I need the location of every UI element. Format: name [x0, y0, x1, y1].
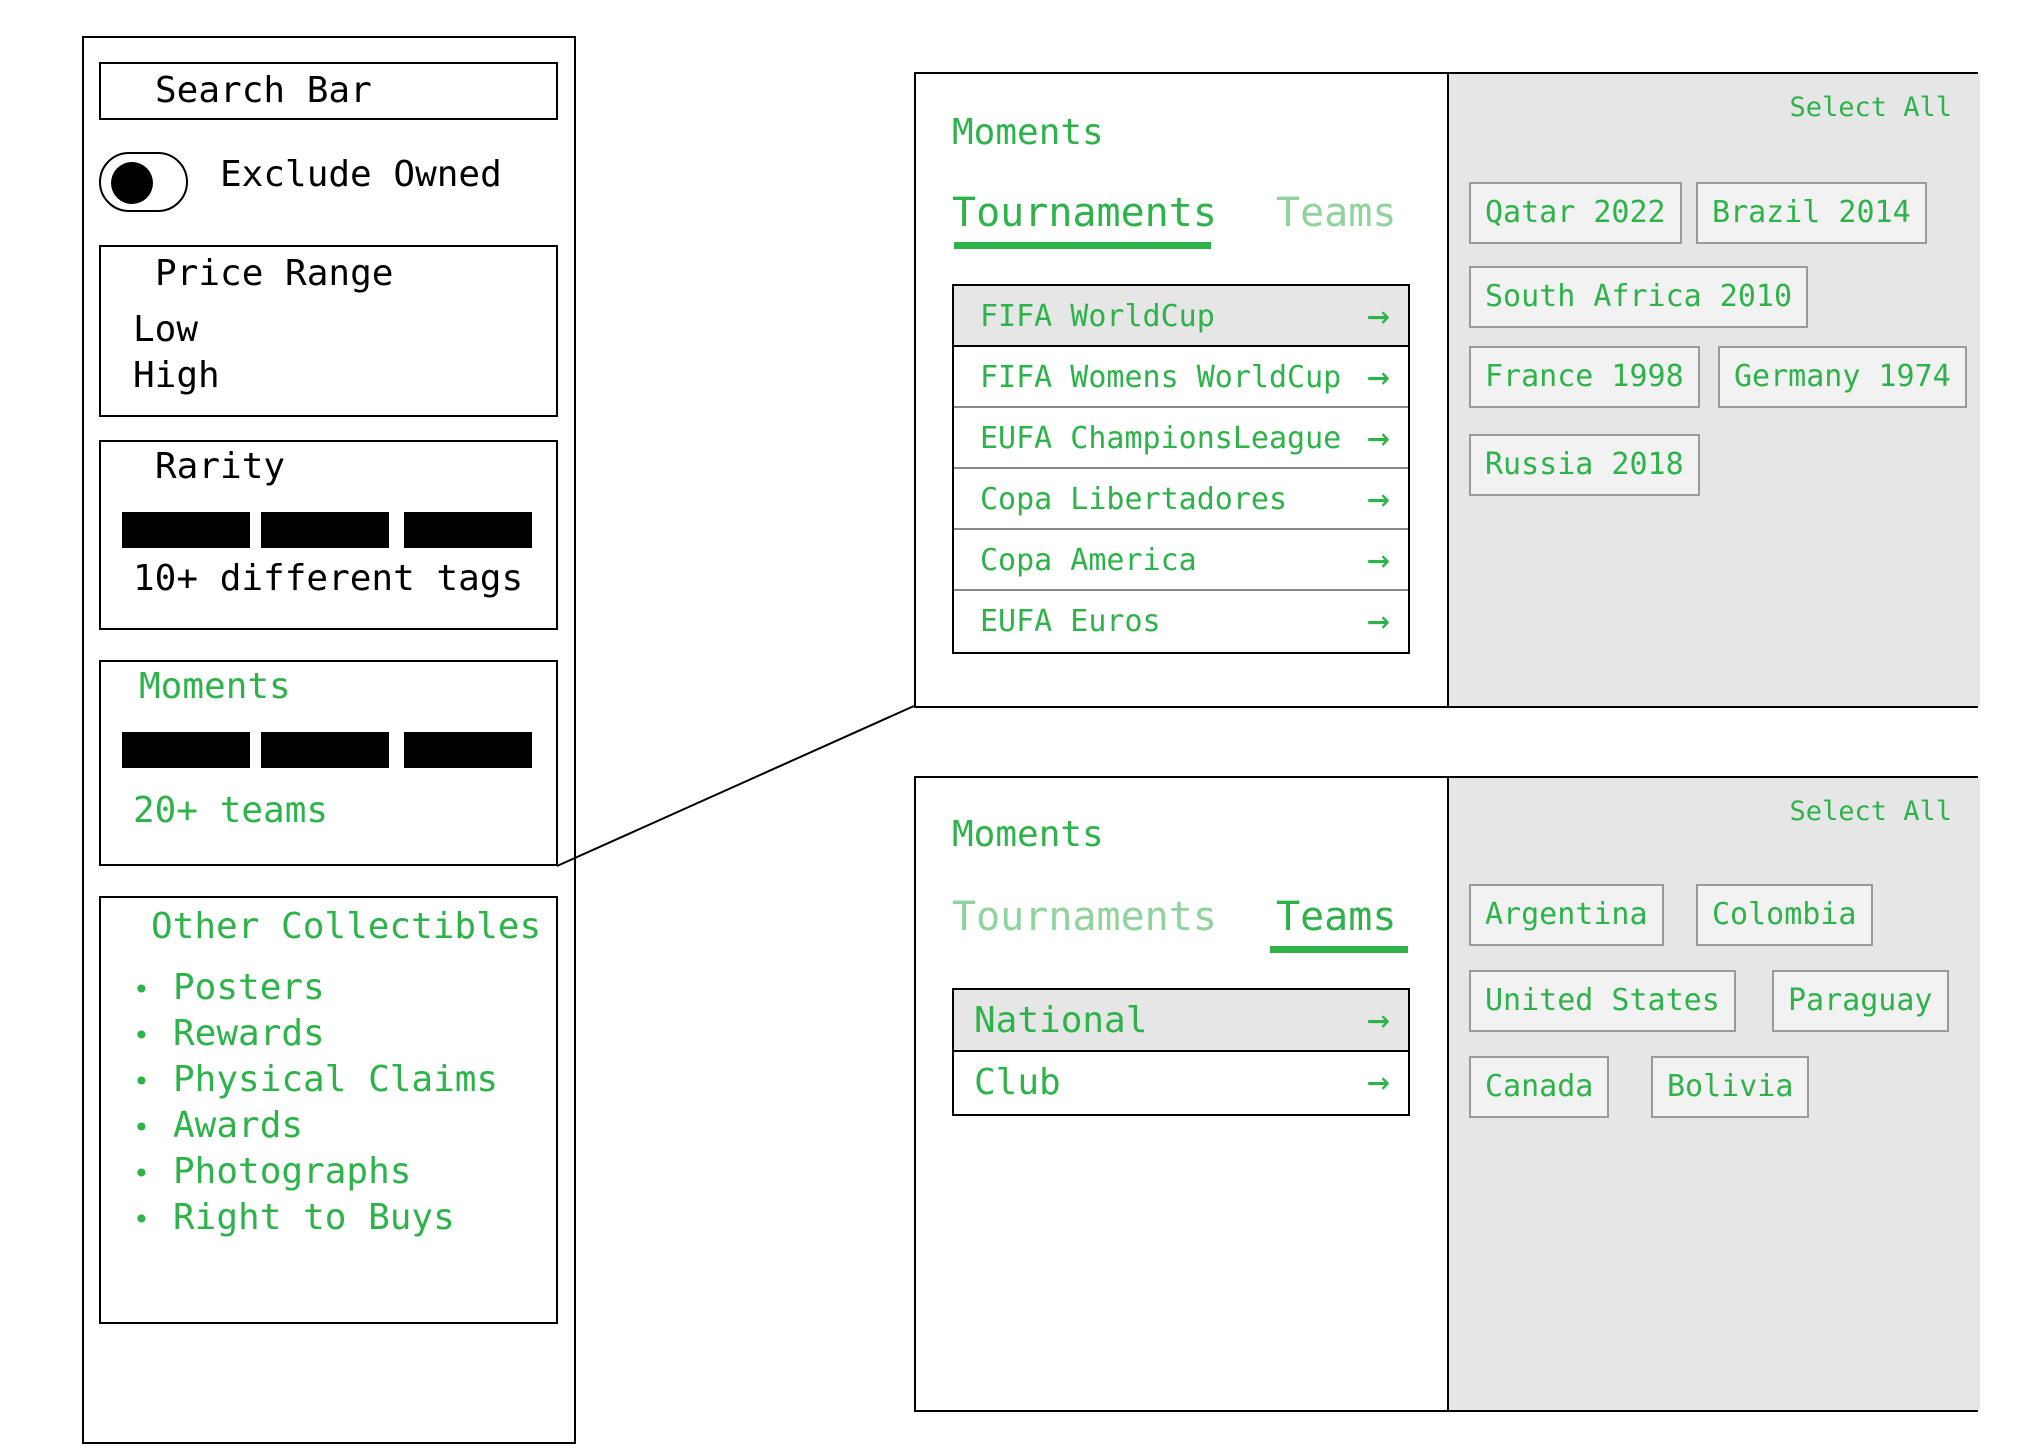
other-collectibles-filter: Other Collectibles Posters Rewards Physi…	[99, 896, 558, 1324]
moments-tag-3[interactable]	[404, 732, 532, 768]
right-arrow-icon: →	[1367, 598, 1390, 642]
rarity-filter: Rarity 10+ different tags	[99, 440, 558, 630]
price-high-option[interactable]: High	[133, 355, 220, 396]
collectible-item[interactable]: Photographs	[133, 1150, 498, 1196]
collectible-item[interactable]: Awards	[133, 1104, 498, 1150]
list-item-label: FIFA Womens WorldCup	[980, 360, 1342, 395]
active-tab-indicator	[1270, 946, 1408, 953]
right-arrow-icon: →	[1367, 293, 1390, 337]
tab-teams[interactable]: Teams	[1276, 894, 1396, 940]
rarity-caption: 10+ different tags	[133, 558, 524, 599]
other-collectibles-title: Other Collectibles	[151, 906, 542, 947]
moments-tag-1[interactable]	[122, 732, 250, 768]
tag-chip[interactable]: Bolivia	[1651, 1056, 1810, 1118]
tournament-list: FIFA WorldCup → FIFA Womens WorldCup → EUF…	[952, 284, 1410, 654]
other-collectibles-list: Posters Rewards Physical Claims Awards P…	[133, 966, 498, 1242]
list-item[interactable]: Club →	[954, 1052, 1408, 1114]
right-arrow-icon: →	[1367, 476, 1390, 520]
list-item-label: Copa Libertadores	[980, 482, 1288, 517]
exclude-owned-label: Exclude Owned	[220, 154, 502, 195]
right-arrow-icon: →	[1367, 997, 1390, 1041]
tag-chip[interactable]: Russia 2018	[1469, 434, 1700, 496]
list-item[interactable]: Copa America →	[954, 530, 1408, 591]
collectible-item[interactable]: Right to Buys	[133, 1196, 498, 1242]
rarity-tag-2[interactable]	[261, 512, 389, 548]
tag-chip[interactable]: Argentina	[1469, 884, 1664, 946]
tag-chip[interactable]: Germany 1974	[1718, 346, 1967, 408]
search-bar[interactable]: Search Bar	[99, 62, 558, 120]
list-item[interactable]: National →	[954, 990, 1408, 1052]
list-item-label: EUFA Euros	[980, 604, 1161, 639]
exclude-owned-toggle[interactable]	[99, 152, 188, 212]
collectible-item[interactable]: Rewards	[133, 1012, 498, 1058]
search-bar-label: Search Bar	[155, 70, 372, 111]
active-tab-indicator	[954, 242, 1211, 249]
list-item[interactable]: Copa Libertadores →	[954, 469, 1408, 530]
moments-tag-2[interactable]	[261, 732, 389, 768]
right-arrow-icon: →	[1367, 537, 1390, 581]
list-item-label: National	[974, 1000, 1148, 1041]
selection-pane: Select All Qatar 2022 Brazil 2014 South …	[1447, 74, 1980, 706]
tag-chip[interactable]: Brazil 2014	[1696, 182, 1927, 244]
panel-title: Moments	[952, 814, 1104, 855]
tag-chip[interactable]: France 1998	[1469, 346, 1700, 408]
list-item[interactable]: EUFA Euros →	[954, 591, 1408, 652]
right-arrow-icon: →	[1367, 354, 1390, 398]
list-item-label: Copa America	[980, 543, 1197, 578]
price-low-option[interactable]: Low	[133, 309, 198, 350]
moments-panel-tournaments: Moments Tournaments Teams FIFA WorldCup →…	[914, 72, 1980, 708]
list-item-label: FIFA WorldCup	[980, 299, 1215, 334]
rarity-title: Rarity	[155, 446, 286, 487]
collectible-item[interactable]: Physical Claims	[133, 1058, 498, 1104]
tag-chip[interactable]: South Africa 2010	[1469, 266, 1809, 328]
rarity-tag-1[interactable]	[122, 512, 250, 548]
collectible-item[interactable]: Posters	[133, 966, 498, 1012]
select-all-button[interactable]: Select All	[1789, 92, 1952, 123]
list-item-label: Club	[974, 1062, 1061, 1103]
tag-chip[interactable]: Qatar 2022	[1469, 182, 1682, 244]
tab-tournaments[interactable]: Tournaments	[952, 894, 1217, 940]
list-item[interactable]: EUFA ChampionsLeague →	[954, 408, 1408, 469]
moments-filter[interactable]: Moments 20+ teams	[99, 660, 558, 866]
tag-chip[interactable]: Paraguay	[1772, 970, 1949, 1032]
right-arrow-icon: →	[1367, 415, 1390, 459]
team-type-list: National → Club →	[952, 988, 1410, 1116]
list-item[interactable]: FIFA Womens WorldCup →	[954, 347, 1408, 408]
tag-chip[interactable]: Canada	[1469, 1056, 1610, 1118]
moments-caption: 20+ teams	[133, 790, 329, 831]
tag-chip[interactable]: Colombia	[1696, 884, 1873, 946]
price-range-title: Price Range	[155, 253, 394, 294]
tab-tournaments[interactable]: Tournaments	[952, 190, 1217, 236]
rarity-tag-3[interactable]	[404, 512, 532, 548]
tab-teams[interactable]: Teams	[1276, 190, 1396, 236]
moments-panel-teams: Moments Tournaments Teams National → Club…	[914, 776, 1980, 1412]
toggle-knob	[111, 162, 153, 204]
price-range-filter: Price Range Low High	[99, 245, 558, 417]
tag-chip[interactable]: United States	[1469, 970, 1736, 1032]
list-item[interactable]: FIFA WorldCup →	[954, 286, 1408, 347]
moments-title: Moments	[139, 666, 291, 707]
selection-pane: Select All Argentina Colombia United Sta…	[1447, 778, 1980, 1410]
list-item-label: EUFA ChampionsLeague	[980, 421, 1342, 456]
right-arrow-icon: →	[1367, 1059, 1390, 1103]
select-all-button[interactable]: Select All	[1789, 796, 1952, 827]
panel-title: Moments	[952, 112, 1104, 153]
